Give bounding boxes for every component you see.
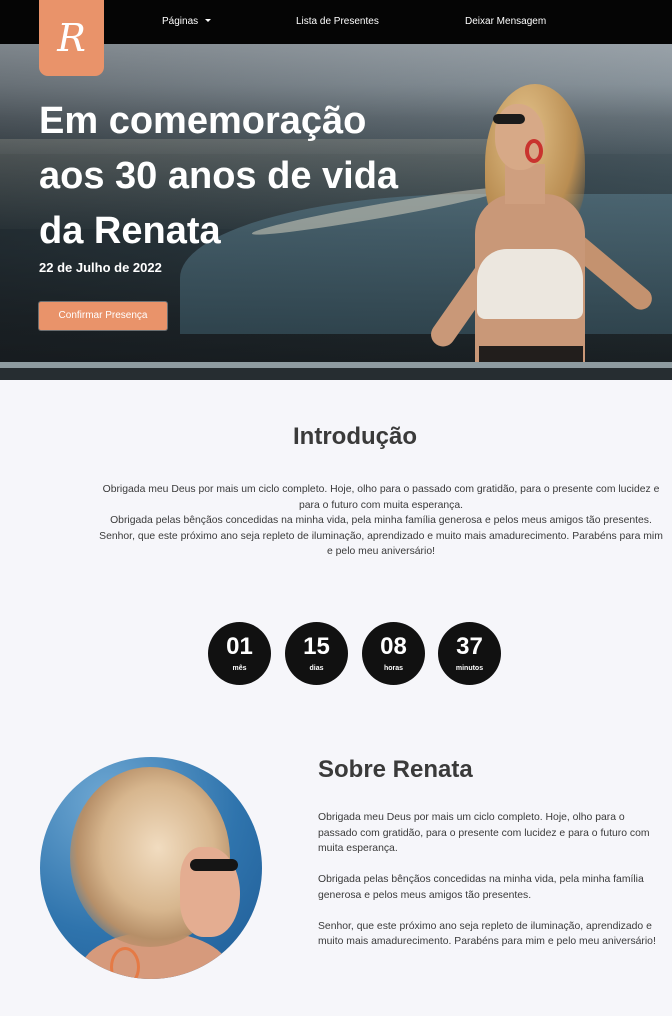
about-paragraph: Obrigada pelas bênçãos concedidas na min… (318, 874, 644, 901)
countdown-value: 15 (303, 633, 330, 660)
about-title: Sobre Renata (318, 756, 473, 783)
nav-lista-de-presentes[interactable]: Lista de Presentes (296, 0, 379, 44)
countdown-label: horas (383, 665, 404, 672)
hero-date: 22 de Julho de 2022 (39, 260, 162, 275)
countdown-value: 08 (380, 633, 407, 660)
countdown-label: mês (232, 665, 247, 672)
site-logo[interactable]: R (39, 0, 104, 76)
confirm-presence-button[interactable]: Confirmar Presença (39, 302, 167, 330)
countdown-value: 01 (226, 633, 253, 660)
hero-banner: Em comemoração aos 30 anos de vida da Re… (0, 44, 672, 380)
countdown-months: 01 mês (208, 622, 271, 685)
nav-paginas-dropdown[interactable]: Páginas (162, 0, 212, 44)
hero-photo-woman (375, 84, 672, 380)
intro-paragraph: Obrigada pelas bênçãos concedidas na min… (110, 515, 652, 526)
about-paragraph: Obrigada meu Deus por mais um ciclo comp… (318, 812, 650, 854)
countdown: 01 mês 15 dias 08 horas 37 minutos (0, 622, 672, 686)
nav-deixar-mensagem[interactable]: Deixar Mensagem (465, 0, 546, 44)
countdown-label: minutos (455, 665, 484, 672)
intro-paragraph: Senhor, que este próximo ano seja replet… (99, 530, 663, 558)
about-text: Obrigada meu Deus por mais um ciclo comp… (318, 810, 658, 965)
intro-title: Introdução (293, 423, 417, 450)
about-paragraph: Senhor, que este próximo ano seja replet… (318, 920, 656, 948)
hero-title: Em comemoração aos 30 anos de vida da Re… (39, 100, 399, 252)
hero-railing-base (0, 368, 672, 380)
countdown-label: dias (309, 665, 324, 672)
countdown-minutes: 37 minutos (438, 622, 501, 685)
caret-down-icon (205, 18, 212, 22)
renata-portrait-photo (40, 757, 262, 979)
logo-letter: R (57, 16, 86, 60)
countdown-value: 37 (456, 633, 483, 660)
intro-paragraph: Obrigada meu Deus por mais um ciclo comp… (102, 484, 660, 511)
countdown-days: 15 dias (285, 622, 348, 685)
countdown-hours: 08 horas (362, 622, 425, 685)
nav-paginas-label: Páginas (162, 16, 199, 27)
intro-text: Obrigada meu Deus por mais um ciclo comp… (98, 482, 664, 560)
